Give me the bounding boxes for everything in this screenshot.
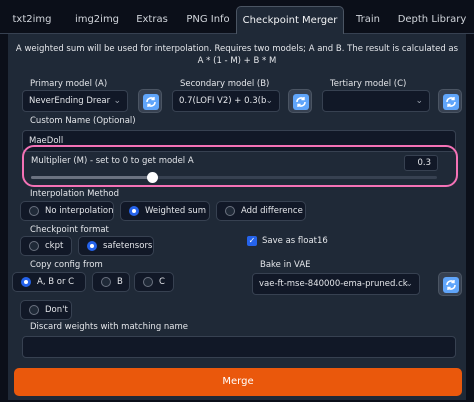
checkpoint-format-label: Checkpoint format	[30, 225, 109, 235]
radio-dot-selected	[87, 241, 97, 251]
chevron-down-icon: ⌄	[113, 96, 121, 106]
tab-checkpoint-merger[interactable]: Checkpoint Merger	[236, 6, 344, 34]
radio-label: C	[159, 277, 165, 287]
secondary-model-value: 0.7(LOFI V2) + 0.3(b	[179, 96, 267, 106]
bake-vae-value: vae-ft-mse-840000-ema-pruned.ck	[259, 279, 408, 289]
save-float16-checkbox[interactable]: ✓	[247, 236, 257, 246]
radio-no-interpolation[interactable]: No interpolation	[20, 201, 114, 221]
custom-name-label: Custom Name (Optional)	[30, 116, 136, 126]
secondary-model-dropdown[interactable]: 0.7(LOFI V2) + 0.3(b ⌄	[172, 90, 280, 112]
radio-label: B	[117, 277, 123, 287]
tertiary-model-label: Tertiary model (C)	[330, 79, 407, 89]
primary-model-label: Primary model (A)	[30, 79, 108, 89]
multiplier-label: Multiplier (M) - set to 0 to get model A	[31, 156, 194, 166]
primary-model-dropdown[interactable]: NeverEnding Drear ⌄	[22, 90, 128, 112]
radio-label: No interpolation	[45, 206, 114, 216]
check-icon: ✓	[248, 236, 256, 245]
merge-button[interactable]: Merge	[14, 368, 462, 396]
radio-label: A, B or C	[37, 277, 75, 287]
tab-depth-library[interactable]: Depth Library	[392, 6, 472, 34]
primary-refresh-button[interactable]	[138, 89, 162, 113]
radio-dot	[143, 277, 153, 287]
interpolation-method-label: Interpolation Method	[30, 189, 119, 199]
save-float16-label: Save as float16	[262, 236, 328, 246]
radio-dot	[29, 241, 39, 251]
chevron-down-icon: ⌄	[265, 96, 273, 106]
radio-label: Add difference	[241, 206, 303, 216]
radio-dot	[225, 206, 235, 216]
discard-weights-label: Discard weights with matching name	[30, 322, 189, 332]
radio-ckpt[interactable]: ckpt	[20, 236, 72, 256]
tab-img2img[interactable]: img2img	[66, 6, 128, 34]
tab-bar: txt2img img2img Extras PNG Info Checkpoi…	[0, 0, 474, 34]
radio-label: safetensors	[103, 241, 153, 251]
bake-vae-dropdown[interactable]: vae-ft-mse-840000-ema-pruned.ck ⌄	[252, 273, 420, 295]
radio-dot	[101, 277, 111, 287]
radio-label: Don't	[45, 305, 68, 315]
discard-weights-input[interactable]	[22, 336, 456, 358]
chevron-down-icon: ⌄	[405, 279, 413, 289]
multiplier-highlight	[22, 145, 458, 187]
copy-config-label: Copy config from	[30, 260, 103, 270]
tab-extras[interactable]: Extras	[130, 6, 174, 34]
secondary-model-label: Secondary model (B)	[180, 79, 270, 89]
radio-label: Weighted sum	[145, 206, 207, 216]
chevron-down-icon: ⌄	[415, 96, 423, 106]
refresh-icon	[143, 94, 159, 110]
radio-copy-c[interactable]: C	[134, 272, 174, 292]
refresh-icon	[443, 277, 459, 293]
refresh-icon	[293, 94, 309, 110]
secondary-refresh-button[interactable]	[288, 89, 312, 113]
primary-model-value: NeverEnding Drear	[29, 96, 111, 106]
multiplier-number-input[interactable]: 0.3	[404, 155, 438, 171]
merge-description: A weighted sum will be used for interpol…	[15, 44, 459, 66]
tab-png-info[interactable]: PNG Info	[178, 6, 238, 34]
radio-weighted-sum[interactable]: Weighted sum	[120, 201, 210, 221]
radio-safetensors[interactable]: safetensors	[78, 236, 154, 256]
radio-copy-b[interactable]: B	[92, 272, 130, 292]
radio-copy-a-b-or-c[interactable]: A, B or C	[12, 272, 86, 292]
multiplier-slider-track[interactable]	[31, 176, 437, 179]
multiplier-slider-fill	[31, 176, 153, 179]
tertiary-model-dropdown[interactable]: ⌄	[322, 90, 430, 112]
vae-refresh-button[interactable]	[438, 272, 462, 296]
tertiary-refresh-button[interactable]	[438, 89, 462, 113]
radio-dot-selected	[129, 206, 139, 216]
tab-train[interactable]: Train	[348, 6, 388, 34]
radio-dot	[29, 305, 39, 315]
radio-label: ckpt	[45, 241, 64, 251]
bake-vae-label: Bake in VAE	[260, 260, 311, 270]
radio-copy-dont[interactable]: Don't	[20, 300, 72, 320]
radio-dot	[29, 206, 39, 216]
tab-txt2img[interactable]: txt2img	[2, 6, 62, 34]
radio-add-difference[interactable]: Add difference	[216, 201, 306, 221]
radio-dot-selected	[21, 277, 31, 287]
refresh-icon	[443, 94, 459, 110]
